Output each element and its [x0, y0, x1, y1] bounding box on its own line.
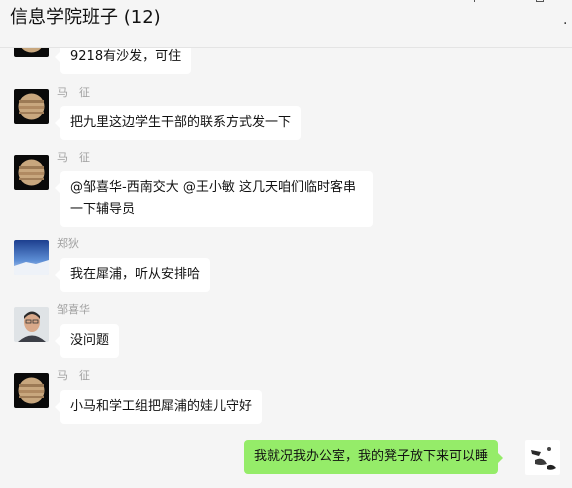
message-bubble[interactable]: 把九里这边学生干部的联系方式发一下: [54, 106, 302, 140]
my-message-bubble[interactable]: 我就况我办公室，我的凳子放下来可以睡: [244, 440, 504, 474]
avatar[interactable]: [14, 307, 49, 342]
sender-name: 马 征: [57, 151, 90, 164]
sky-landscape-icon: [14, 240, 49, 275]
sender-name: 马 征: [57, 369, 90, 382]
jupiter-icon: [14, 373, 49, 408]
avatar[interactable]: [14, 240, 49, 275]
minimize-icon[interactable]: [470, 0, 480, 4]
avatar[interactable]: [14, 89, 49, 124]
sender-name: 马 征: [57, 86, 90, 99]
chat-message-list[interactable]: 9218有沙发，可住 马 征 把九里这边学生干部的联系方式发一下 马 征 @邹喜…: [0, 0, 572, 488]
chat-header: 信息学院班子 (12) .: [0, 0, 572, 48]
jupiter-icon: [14, 89, 49, 124]
avatar[interactable]: [14, 155, 49, 190]
message-bubble[interactable]: 小马和学工组把犀浦的娃儿守好: [54, 390, 263, 424]
person-photo-icon: [14, 307, 49, 342]
jupiter-icon: [14, 155, 49, 190]
avatar[interactable]: [14, 373, 49, 408]
more-options-icon[interactable]: .: [563, 13, 567, 27]
message-bubble[interactable]: 没问题: [54, 324, 120, 358]
maximize-icon[interactable]: [536, 0, 546, 4]
ink-drawing-icon: [525, 440, 560, 475]
message-bubble[interactable]: @邹喜华-西南交大 @王小敏 这几天咱们临时客串一下辅导员: [55, 171, 373, 227]
sender-name: 邹喜华: [57, 303, 90, 316]
sender-name: 郑狄: [57, 237, 79, 250]
my-avatar[interactable]: [525, 440, 560, 475]
message-bubble[interactable]: 我在犀浦，听从安排哈: [54, 258, 211, 292]
chat-title: 信息学院班子 (12): [10, 7, 161, 28]
